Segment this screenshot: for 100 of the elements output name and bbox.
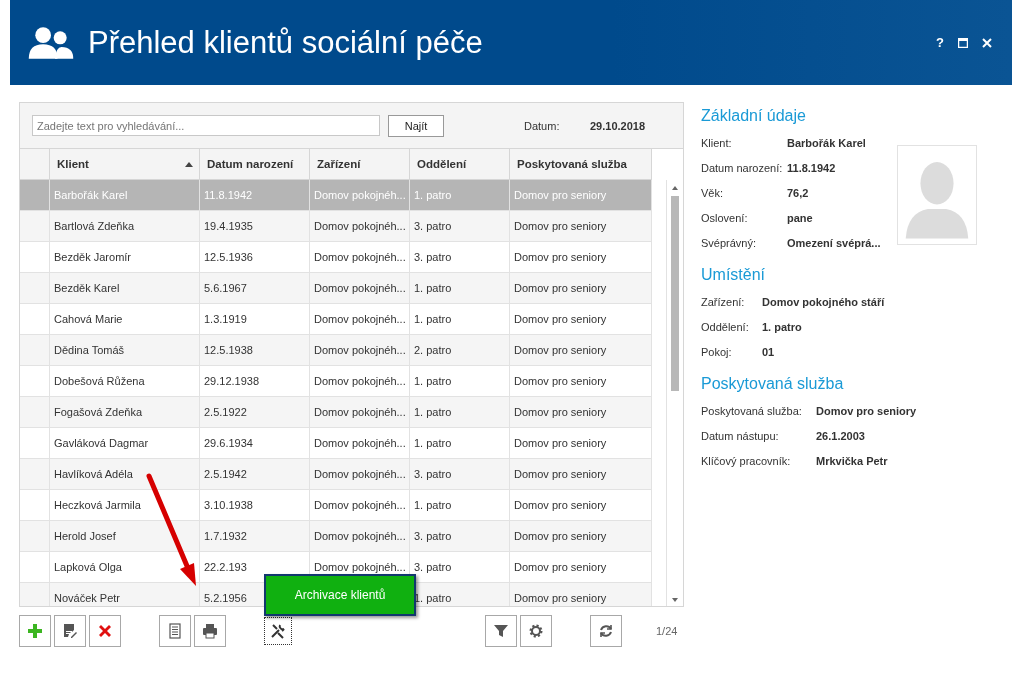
table-cell: Domov pro seniory [514, 251, 607, 263]
table-cell: Domov pokojnéh... [314, 468, 406, 480]
field-value: 1. patro [762, 320, 802, 333]
table-cell: 1. patro [414, 406, 452, 418]
table-cell: 1. patro [414, 499, 452, 511]
field-label: Zařízení: [701, 295, 746, 308]
date-label: Datum: [524, 119, 561, 132]
table-cell: Barbořák Karel [54, 189, 128, 201]
table-row[interactable]: Heczková Jarmila 3.10.1938 Domov pokojnéh... 1. patro Domov pro seniory [20, 490, 652, 521]
date-value: 29.10.2018 [590, 119, 646, 132]
section-title: Poskytovaná služba [701, 374, 845, 394]
table-cell: 5.6.1967 [204, 282, 247, 294]
table-cell: 2.5.1922 [204, 406, 247, 418]
section-title: Základní údaje [701, 106, 807, 126]
refresh-button[interactable] [590, 615, 622, 647]
delete-button[interactable] [89, 615, 121, 647]
users-icon [28, 25, 74, 60]
table-cell: Cahová Marie [54, 313, 123, 325]
table-cell: 22.2.193 [204, 561, 247, 573]
table-cell: Domov pro seniory [514, 437, 607, 449]
field-label: Klíčový pracovník: [701, 454, 792, 467]
table-cell: Havlíková Adéla [54, 468, 133, 480]
scroll-up-icon[interactable] [672, 186, 678, 190]
scroll-down-icon[interactable] [672, 598, 678, 602]
settings-button[interactable] [520, 615, 552, 647]
section-title: Umístění [701, 265, 766, 285]
table-cell: Domov pokojnéh... [314, 561, 406, 573]
table-cell: 3.10.1938 [204, 499, 253, 511]
tools-icon [270, 623, 286, 639]
table-row[interactable]: Bezděk Jaromír 12.5.1936 Domov pokojnéh... 3. patro Domov pro seniory [20, 242, 652, 273]
table-row[interactable]: Bezděk Karel 5.6.1967 Domov pokojnéh... 1. patro Domov pro seniory [20, 273, 652, 304]
table-cell: Domov pro seniory [514, 189, 607, 201]
table-row[interactable]: Havlíková Adéla 2.5.1942 Domov pokojnéh... 3. patro Domov pro seniory [20, 459, 652, 490]
tools-button[interactable] [264, 617, 292, 645]
column-header[interactable]: Zařízení [310, 149, 410, 179]
field-value: Barbořák Karel [787, 136, 866, 149]
column-header[interactable]: Oddělení [410, 149, 510, 179]
printer-icon [202, 623, 218, 639]
maximize-icon[interactable] [958, 37, 968, 48]
table-cell: 19.4.1935 [204, 220, 253, 232]
table-cell: Domov pokojnéh... [314, 220, 406, 232]
gear-icon [528, 623, 544, 639]
table-cell: Domov pokojnéh... [314, 375, 406, 387]
table-cell: Domov pro seniory [514, 499, 607, 511]
field-label: Svéprávný: [701, 236, 758, 249]
table-cell: Domov pro seniory [514, 561, 607, 573]
table-cell: Domov pro seniory [514, 220, 607, 232]
field-value: Omezení svéprá... [787, 236, 881, 249]
field-value: Mrkvička Petr [816, 454, 888, 467]
table-cell: Fogašová Zdeňka [54, 406, 143, 418]
tooltip: Archivace klientů [264, 574, 416, 616]
field-label: Pokoj: [701, 345, 733, 358]
field-label: Datum nástupu: [701, 429, 780, 442]
column-header[interactable]: Datum narození [200, 149, 310, 179]
table-cell: Lapková Olga [54, 561, 122, 573]
table-row[interactable]: Lapková Olga 22.2.193 Domov pokojnéh... 3. patro Domov pro seniory [20, 552, 652, 583]
table-cell: Domov pro seniory [514, 406, 607, 418]
table-row[interactable]: Herold Josef 1.7.1932 Domov pokojnéh... 3. patro Domov pro seniory [20, 521, 652, 552]
table-cell: Domov pokojnéh... [314, 344, 406, 356]
table-cell: Bezděk Karel [54, 282, 120, 294]
table-cell: 5.2.1956 [204, 592, 247, 604]
search-field[interactable]: Zadejte text pro vyhledávání... [32, 115, 380, 136]
column-header[interactable]: Poskytovaná služba [510, 149, 652, 179]
field-value: Domov pokojného stáří [762, 295, 885, 308]
page-counter: 1/24 [656, 625, 678, 637]
table-cell: Domov pokojnéh... [314, 499, 406, 511]
cross-icon [97, 623, 113, 639]
table-row[interactable]: Dědina Tomáš 12.5.1938 Domov pokojnéh... 2. patro Domov pro seniory [20, 335, 652, 366]
table-cell: 1. patro [414, 437, 452, 449]
print-button[interactable] [194, 615, 226, 647]
table-cell: 1. patro [414, 189, 452, 201]
table-cell: 29.6.1934 [204, 437, 253, 449]
table-cell: 11.8.1942 [204, 189, 253, 201]
table-cell: 3. patro [414, 561, 452, 573]
table-row[interactable]: Fogašová Zdeňka 2.5.1922 Domov pokojnéh... 1. patro Domov pro seniory [20, 397, 652, 428]
table-cell: 12.5.1936 [204, 251, 253, 263]
table-cell: 3. patro [414, 530, 452, 542]
table-row[interactable]: Dobešová Růžena 29.12.1938 Domov pokojnéh... 1. patro Domov pro seniory [20, 366, 652, 397]
table-cell: Domov pro seniory [514, 375, 607, 387]
find-button[interactable]: Najít [388, 114, 444, 137]
table-cell: Bezděk Jaromír [54, 251, 132, 263]
column-header[interactable]: Klient [50, 149, 200, 179]
filter-button[interactable] [485, 615, 517, 647]
table-cell: Nováček Petr [54, 592, 121, 604]
edit-button[interactable] [54, 615, 86, 647]
scroll-thumb[interactable] [671, 196, 679, 391]
table-cell: Domov pro seniory [514, 530, 607, 542]
table-row[interactable]: Cahová Marie 1.3.1919 Domov pokojnéh... 1. patro Domov pro seniory [20, 304, 652, 335]
table-cell: Heczková Jarmila [54, 499, 141, 511]
table-cell: 2. patro [414, 344, 452, 356]
table-cell: 1.7.1932 [204, 530, 247, 542]
table-cell: Domov pro seniory [514, 282, 607, 294]
table-cell: Domov pokojnéh... [314, 251, 406, 263]
field-label: Oslovení: [701, 211, 749, 224]
plus-icon [27, 623, 43, 639]
help-button[interactable]: ? [936, 35, 944, 50]
table-row[interactable]: Gavláková Dagmar 29.6.1934 Domov pokojnéh... 1. patro Domov pro seniory [20, 428, 652, 459]
close-icon[interactable] [982, 37, 992, 48]
table-row[interactable]: Bartlová Zdeňka 19.4.1935 Domov pokojnéh... 3. patro Domov pro seniory [20, 211, 652, 242]
table-cell: 2.5.1942 [204, 468, 247, 480]
